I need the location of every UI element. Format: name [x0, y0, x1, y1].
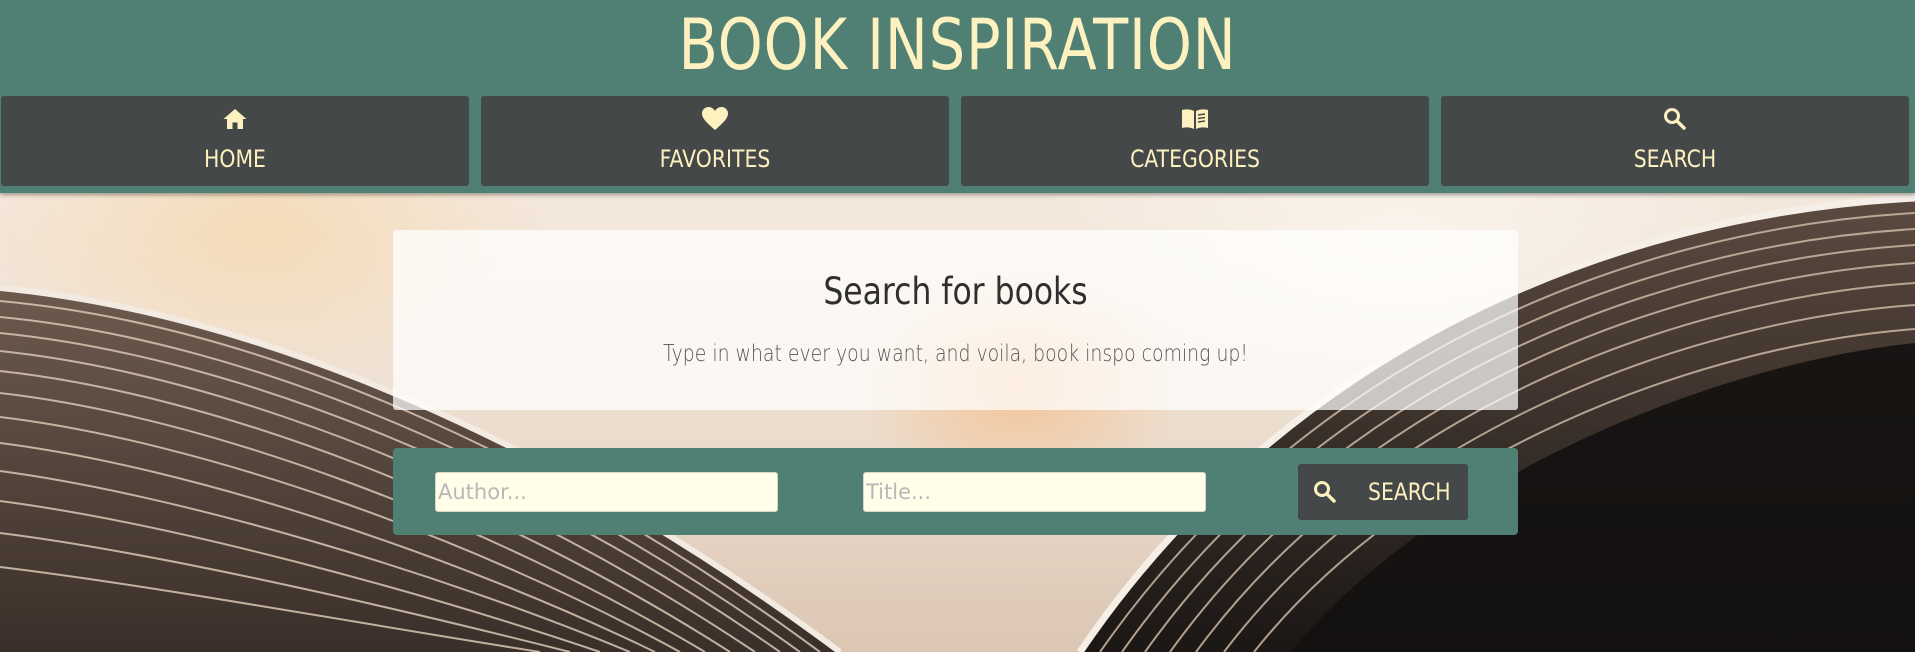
- nav-item-categories[interactable]: CATEGORIES: [961, 96, 1429, 186]
- nav-label-favorites: FAVORITES: [659, 145, 771, 173]
- main-nav: HOME FAVORITES CATEGORIES SEARCH: [0, 96, 1915, 186]
- intro-text: Type in what ever you want, and voila, b…: [663, 341, 1248, 367]
- author-input[interactable]: [435, 472, 778, 512]
- intro-title: Search for books: [823, 270, 1088, 313]
- nav-item-search[interactable]: SEARCH: [1441, 96, 1909, 186]
- book-open-icon: [961, 104, 1429, 134]
- nav-label-home: HOME: [204, 145, 266, 173]
- search-icon: [1441, 104, 1909, 134]
- home-icon: [1, 104, 469, 134]
- search-intro-card: Search for books Type in what ever you w…: [393, 230, 1518, 410]
- nav-label-categories: CATEGORIES: [1130, 145, 1260, 173]
- search-form: SEARCH: [393, 448, 1518, 535]
- nav-item-favorites[interactable]: FAVORITES: [481, 96, 949, 186]
- site-header: BOOK INSPIRATION HOME FAVORITES CATEGORI…: [0, 0, 1915, 193]
- nav-item-home[interactable]: HOME: [1, 96, 469, 186]
- site-title: BOOK INSPIRATION: [678, 4, 1237, 86]
- search-button-label: SEARCH: [1368, 478, 1451, 506]
- title-input[interactable]: [863, 472, 1206, 512]
- search-icon: [1312, 479, 1338, 505]
- heart-icon: [481, 104, 949, 134]
- search-button[interactable]: SEARCH: [1298, 464, 1468, 520]
- nav-label-search: SEARCH: [1633, 145, 1717, 173]
